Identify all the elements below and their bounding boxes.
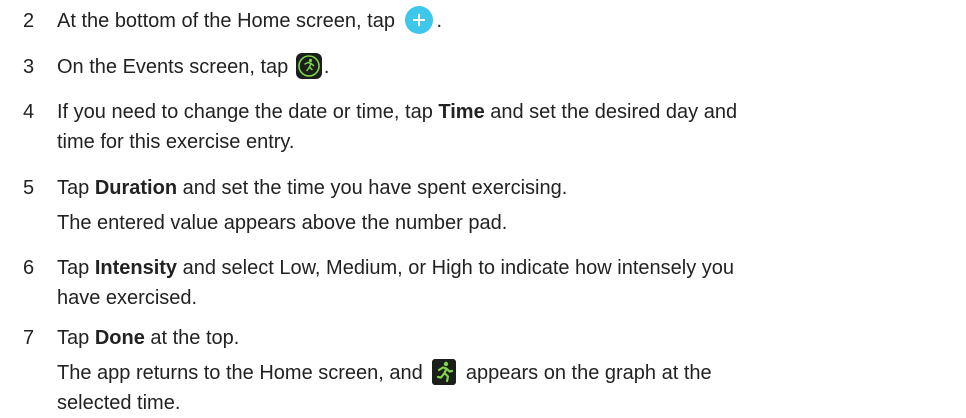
step-text-fragment: If you need to change the date or time, … — [57, 101, 439, 123]
step-instruction: On the Events screen, tap — [57, 56, 289, 78]
step-result-fragment: The app returns to the Home screen, and — [57, 362, 423, 384]
step-number: 7 — [23, 327, 35, 349]
step-text-fragment: Tap — [57, 327, 95, 349]
step-text-fragment: and select Low, Medium, or High to indic… — [177, 257, 735, 279]
step-text: At the bottom of the Home screen, tap . — [57, 5, 957, 36]
step-number: 4 — [23, 101, 35, 123]
step-text-fragment: Tap — [57, 257, 95, 279]
exercise-icon — [295, 52, 322, 79]
step-text: If you need to change the date or time, … — [57, 97, 957, 157]
step-continuation: time for this exercise entry. — [57, 131, 295, 153]
step-text-fragment: Tap — [57, 177, 95, 199]
step-instruction: At the bottom of the Home screen, tap — [57, 10, 395, 32]
step-punctuation: . — [323, 56, 330, 78]
ui-term-done: Done — [94, 327, 145, 349]
step-number: 6 — [23, 257, 35, 279]
step-number: 5 — [23, 177, 35, 199]
ui-term-duration: Duration — [94, 177, 178, 199]
step-text: Tap Intensity and select Low, Medium, or… — [57, 253, 957, 313]
step-number: 3 — [23, 56, 35, 78]
step-text: On the Events screen, tap . — [57, 52, 957, 82]
step-continuation: have exercised. — [57, 287, 198, 309]
ui-term-intensity: Intensity — [94, 257, 178, 279]
step-result-fragment: appears on the graph at the — [465, 362, 712, 384]
step-text-fragment: and set the desired day and — [484, 101, 738, 123]
step-punctuation: . — [436, 10, 443, 32]
step-text-fragment: and set the time you have spent exercisi… — [177, 177, 568, 199]
runner-icon — [432, 358, 457, 385]
plus-icon — [404, 5, 433, 34]
step-result-continuation: selected time. — [57, 392, 181, 414]
step-number: 2 — [23, 10, 35, 32]
ui-term-time: Time — [438, 101, 485, 123]
step-text-fragment: at the top. — [144, 327, 240, 349]
step-result: The entered value appears above the numb… — [57, 212, 508, 234]
step-text: Tap Done at the top. The app returns to … — [57, 323, 957, 418]
step-text: Tap Duration and set the time you have s… — [57, 173, 957, 238]
step-result: The app returns to the Home screen, and … — [57, 358, 957, 388]
